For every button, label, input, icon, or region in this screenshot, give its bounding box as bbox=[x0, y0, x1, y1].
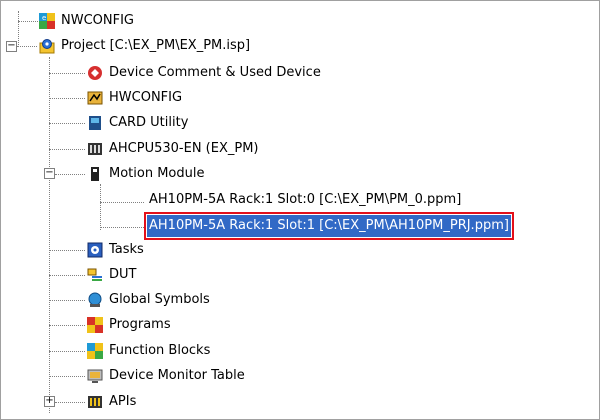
tree-line bbox=[55, 174, 85, 175]
tree-line bbox=[49, 325, 85, 326]
tree-item-label: Programs bbox=[109, 317, 171, 332]
tree-item-label: APIs bbox=[109, 394, 137, 409]
card-utility-icon bbox=[87, 115, 103, 131]
tree-item-label: Function Blocks bbox=[109, 343, 211, 358]
function-blocks-icon bbox=[87, 343, 103, 359]
tree-item-label: Project [C:\EX_PM\EX_PM.isp] bbox=[61, 38, 251, 53]
tree-line bbox=[18, 21, 38, 22]
tree-line bbox=[17, 46, 37, 47]
tree-line bbox=[100, 227, 144, 228]
selected-tree-item-label: AH10PM-5A Rack:1 Slot:1 [C:\EX_PM\AH10PM… bbox=[144, 212, 514, 240]
cpu-icon bbox=[87, 141, 103, 157]
tree-item-label: Global Symbols bbox=[109, 292, 210, 307]
project-gear-icon bbox=[39, 38, 55, 54]
tree-line bbox=[49, 98, 85, 99]
collapse-project-icon[interactable]: − bbox=[6, 41, 17, 52]
tree-line bbox=[18, 11, 19, 47]
project-tree-panel: e NWCONFIG − Project [C:\EX_PM\EX_PM.isp… bbox=[0, 0, 600, 420]
hwconfig-icon bbox=[87, 90, 103, 106]
tree-item-label: CARD Utility bbox=[109, 115, 189, 130]
device-monitor-icon bbox=[87, 368, 103, 384]
global-symbols-icon bbox=[87, 292, 103, 308]
tree-item-label: NWCONFIG bbox=[61, 13, 134, 28]
device-comment-icon bbox=[87, 65, 103, 81]
tree-item-label: Device Comment & Used Device bbox=[109, 65, 321, 80]
tree-line bbox=[49, 57, 50, 413]
tree-line bbox=[49, 250, 85, 251]
tasks-icon bbox=[87, 242, 103, 258]
tree-line bbox=[49, 73, 85, 74]
tree-line bbox=[49, 376, 85, 377]
collapse-motion-module-icon[interactable]: − bbox=[44, 168, 55, 179]
motion-module-icon bbox=[87, 166, 103, 182]
programs-icon bbox=[87, 317, 103, 333]
tree-line bbox=[49, 351, 85, 352]
tree-item-label: Device Monitor Table bbox=[109, 368, 245, 383]
tree-line bbox=[100, 184, 101, 230]
tree-item-label: HWCONFIG bbox=[109, 90, 183, 105]
tree-line bbox=[49, 275, 85, 276]
tree-line bbox=[100, 202, 144, 203]
tree-line bbox=[55, 402, 85, 403]
svg-text:e: e bbox=[42, 14, 46, 22]
tree-item-label: AHCPU530-EN (EX_PM) bbox=[109, 141, 259, 156]
apis-icon bbox=[87, 394, 103, 410]
tree-item-label: Tasks bbox=[109, 242, 144, 257]
expand-apis-icon[interactable]: + bbox=[44, 396, 55, 407]
tree-item-label: Motion Module bbox=[109, 166, 205, 181]
tree-line bbox=[49, 149, 85, 150]
tree-item-label: DUT bbox=[109, 267, 137, 282]
tree-line bbox=[49, 300, 85, 301]
nwconfig-icon: e bbox=[39, 13, 55, 29]
tree-line bbox=[49, 123, 85, 124]
tree-item-label: AH10PM-5A Rack:1 Slot:0 [C:\EX_PM\PM_0.p… bbox=[149, 192, 462, 207]
dut-icon bbox=[87, 267, 103, 283]
